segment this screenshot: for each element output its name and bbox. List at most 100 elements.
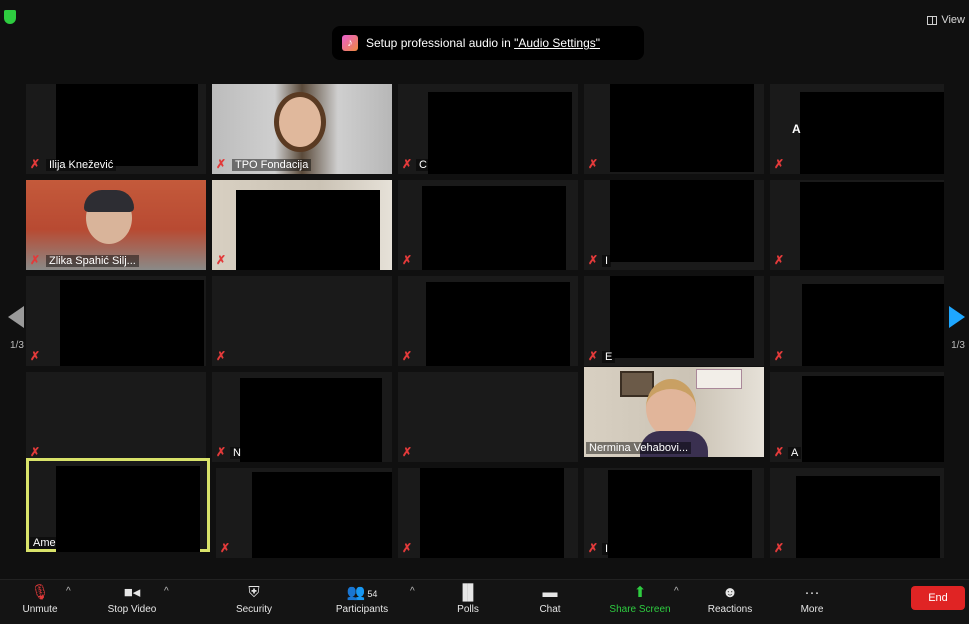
muted-mic-icon: ✗ (402, 541, 413, 555)
participant-tile[interactable]: ✗ (26, 372, 206, 462)
participant-tile[interactable]: ✗ I (584, 180, 764, 270)
bar-chart-icon: ▐▌ (457, 584, 479, 601)
more-dots-icon: ··· (804, 584, 820, 601)
participant-tile[interactable]: ✗ A (770, 372, 944, 462)
participant-tile[interactable]: ✗ (584, 84, 764, 174)
security-button[interactable]: ⛨ Security (214, 584, 294, 615)
participant-tile[interactable]: ✗ (26, 276, 206, 366)
polls-button[interactable]: ▐▌ Polls (428, 584, 508, 615)
participant-tile[interactable]: ✗ Ilija Knežević (26, 84, 206, 174)
muted-mic-icon: ✗ (588, 253, 599, 267)
muted-mic-icon: ✗ (774, 157, 785, 171)
muted-mic-icon: ✗ (30, 349, 41, 363)
participants-button[interactable]: 👥 54 Participants (322, 584, 402, 615)
participant-video (274, 92, 326, 152)
participant-tile[interactable]: ✗ (212, 276, 392, 366)
meeting-toolbar: 🎙 Unmute ^ ■◂ Stop Video ^ ⛨ Security 👥 5… (0, 579, 969, 624)
participant-name: C (416, 159, 430, 171)
music-note-icon: ♪ (342, 35, 358, 51)
previous-page-arrow-icon[interactable] (8, 306, 24, 328)
participant-tile[interactable]: ✗ (216, 468, 392, 558)
redacted-area (420, 468, 564, 558)
smiley-plus-icon: ☻ (722, 584, 738, 601)
muted-mic-icon: ✗ (402, 349, 413, 363)
view-button[interactable]: View (923, 10, 969, 30)
participant-tile[interactable]: ✗ Zlika Spahić Silj... (26, 180, 206, 270)
participant-tile[interactable]: ✗ (398, 372, 578, 462)
participant-tile[interactable]: ✗ (212, 180, 392, 270)
participant-name: TPO Fondacija (232, 159, 312, 171)
participant-tile[interactable]: A ✗ (770, 84, 944, 174)
redacted-area (56, 466, 200, 552)
audio-settings-banner[interactable]: ♪ Setup professional audio in "Audio Set… (332, 26, 644, 60)
redacted-area (422, 186, 566, 270)
participant-name: Zlika Spahić Silj... (46, 255, 139, 267)
redacted-area (252, 472, 392, 558)
redacted-area (610, 84, 754, 172)
participant-tile[interactable]: ✗ (398, 180, 578, 270)
participant-tile[interactable]: Nermina Vehabovi... (584, 367, 764, 457)
redacted-area (56, 84, 198, 166)
participant-name: N (230, 447, 244, 459)
page-indicator-right: 1/3 (951, 340, 965, 351)
participant-tile[interactable]: ✗ C (398, 84, 578, 174)
active-speaker-tile[interactable]: Ame (26, 458, 210, 552)
participant-tile[interactable]: ✗ I (584, 468, 764, 558)
chat-button[interactable]: ▬ Chat (510, 584, 590, 615)
shield-icon: ⛨ (248, 584, 260, 601)
reactions-button[interactable]: ☻ Reactions (690, 584, 770, 615)
zoom-meeting-window: View ♪ Setup professional audio in "Audi… (0, 0, 969, 624)
video-camera-icon: ■◂ (123, 584, 141, 601)
muted-mic-icon: ✗ (30, 445, 41, 459)
redacted-area (800, 92, 944, 174)
muted-mic-icon: ✗ (216, 157, 227, 171)
participant-tile[interactable]: ✗ E (584, 276, 764, 366)
muted-microphone-icon: 🎙 (30, 584, 50, 601)
end-meeting-button[interactable]: End (911, 586, 965, 610)
redacted-area (802, 284, 944, 366)
redacted-area (800, 182, 944, 270)
stop-video-button[interactable]: ■◂ Stop Video (92, 584, 172, 615)
share-screen-button[interactable]: ⬆ Share Screen (600, 584, 680, 615)
redacted-area (236, 190, 380, 270)
muted-mic-icon: ✗ (402, 445, 413, 459)
audio-options-caret-icon[interactable]: ^ (66, 586, 71, 597)
participant-tile[interactable]: ✗ (770, 468, 944, 558)
participant-initial: A (792, 122, 801, 136)
participant-name: Ame (30, 537, 59, 549)
redacted-area (610, 180, 754, 262)
muted-mic-icon: ✗ (402, 253, 413, 267)
redacted-area (796, 476, 940, 558)
more-button[interactable]: ··· More (772, 584, 852, 615)
participant-name: Nermina Vehabovi... (586, 442, 692, 454)
audio-settings-link[interactable]: "Audio Settings" (514, 36, 600, 50)
participants-icon: 👥 54 (346, 584, 378, 601)
video-options-caret-icon[interactable]: ^ (164, 586, 169, 597)
redacted-area (240, 378, 382, 462)
muted-mic-icon: ✗ (220, 541, 231, 555)
participants-count: 54 (367, 589, 378, 599)
muted-mic-icon: ✗ (774, 253, 785, 267)
muted-mic-icon: ✗ (402, 157, 413, 171)
participant-tile[interactable]: ✗ (398, 276, 578, 366)
muted-mic-icon: ✗ (588, 157, 599, 171)
muted-mic-icon: ✗ (774, 349, 785, 363)
muted-mic-icon: ✗ (588, 541, 599, 555)
muted-mic-icon: ✗ (216, 349, 227, 363)
next-page-arrow-icon[interactable] (949, 306, 965, 328)
participant-tile[interactable]: ✗ N (212, 372, 392, 462)
chat-bubble-icon: ▬ (542, 584, 558, 601)
participant-name: E (602, 351, 616, 363)
view-label: View (941, 14, 965, 26)
muted-mic-icon: ✗ (216, 253, 227, 267)
share-options-caret-icon[interactable]: ^ (674, 586, 679, 597)
redacted-area (428, 92, 572, 174)
participant-tile[interactable]: ✗ (770, 180, 944, 270)
participants-options-caret-icon[interactable]: ^ (410, 586, 415, 597)
encryption-shield-icon[interactable] (4, 10, 16, 24)
participant-tile[interactable]: ✗ (398, 468, 578, 558)
participant-name: I (602, 543, 612, 555)
participant-tile[interactable]: ✗ TPO Fondacija (212, 84, 392, 174)
video-gallery: ✗ Ilija Knežević ✗ TPO Fondacija ✗ C ✗ A… (26, 84, 944, 560)
participant-tile[interactable]: ✗ (770, 276, 944, 366)
